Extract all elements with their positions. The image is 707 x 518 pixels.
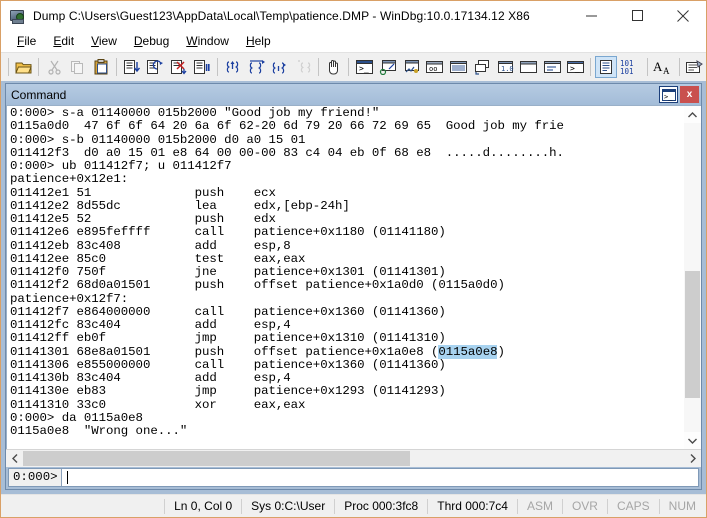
command-browser-icon[interactable]: >_ bbox=[565, 56, 587, 78]
svg-text:>_: >_ bbox=[570, 64, 580, 73]
scroll-left-button[interactable] bbox=[6, 450, 23, 467]
registers-window-icon[interactable]: oo bbox=[424, 56, 446, 78]
command-window-buttons: >_ x bbox=[657, 86, 701, 103]
command-horizontal-scrollbar[interactable] bbox=[6, 449, 701, 467]
svg-text:A: A bbox=[653, 59, 663, 74]
toolbar-separator bbox=[348, 58, 350, 76]
step-out-func-icon[interactable] bbox=[245, 56, 267, 78]
svg-text:101: 101 bbox=[620, 67, 634, 75]
toolbar-separator bbox=[115, 58, 117, 76]
svg-text:>_: >_ bbox=[664, 93, 673, 101]
command-window-caption: Command >_ x bbox=[6, 84, 701, 105]
status-num: NUM bbox=[658, 498, 706, 514]
minimize-button[interactable] bbox=[568, 1, 614, 30]
cut-icon[interactable] bbox=[43, 56, 65, 78]
mdi-client-area: Command >_ x 0:000> s-a 01140000 015b200… bbox=[1, 81, 706, 494]
toolbar-separator bbox=[38, 58, 40, 76]
disassembly-window-icon[interactable]: 1.0 bbox=[494, 56, 516, 78]
menu-edit[interactable]: Edit bbox=[45, 32, 83, 50]
command-window-body: 0:000> s-a 01140000 015b2000 "Good job m… bbox=[6, 105, 701, 467]
processes-threads-icon[interactable] bbox=[541, 56, 563, 78]
command-window-icon[interactable]: >_ bbox=[353, 56, 375, 78]
svg-text:A: A bbox=[663, 66, 670, 75]
options-icon[interactable] bbox=[684, 56, 706, 78]
command-prompt-row: 0:000> bbox=[6, 467, 701, 489]
status-thread: Thrd 000:7c4 bbox=[427, 498, 517, 514]
menu-help[interactable]: Help bbox=[238, 32, 280, 50]
step-over-func-icon[interactable] bbox=[269, 56, 291, 78]
status-line-col: Ln 0, Col 0 bbox=[164, 498, 241, 514]
assembly-mode-icon[interactable]: 101 101 bbox=[619, 56, 643, 78]
title-bar: Dump C:\Users\Guest123\AppData\Local\Tem… bbox=[1, 1, 706, 30]
command-window: Command >_ x 0:000> s-a 01140000 015b200… bbox=[5, 83, 702, 490]
scroll-up-button[interactable] bbox=[684, 106, 701, 123]
scroll-right-button[interactable] bbox=[684, 450, 701, 467]
toolbar-separator bbox=[8, 58, 9, 76]
close-window-icon[interactable]: x bbox=[680, 86, 699, 103]
toolbar-separator bbox=[317, 58, 319, 76]
window-controls bbox=[568, 1, 706, 30]
horizontal-scroll-track[interactable] bbox=[23, 450, 684, 467]
toolbar-separator bbox=[216, 58, 218, 76]
hand-break-icon[interactable] bbox=[323, 56, 345, 78]
window-title: Dump C:\Users\Guest123\AppData\Local\Tem… bbox=[33, 8, 530, 23]
watch-window-icon[interactable] bbox=[377, 56, 399, 78]
font-icon[interactable]: AA bbox=[652, 56, 674, 78]
status-asm: ASM bbox=[516, 498, 562, 514]
command-vertical-scrollbar[interactable] bbox=[684, 105, 701, 449]
text-caret bbox=[66, 470, 69, 484]
prompt-label: 0:000> bbox=[9, 468, 62, 486]
status-caps: CAPS bbox=[606, 498, 659, 514]
step-over-icon[interactable] bbox=[144, 56, 166, 78]
windbg-icon bbox=[9, 8, 25, 24]
menu-window[interactable]: Window bbox=[178, 32, 238, 50]
toolbar-separator bbox=[590, 58, 592, 76]
calls-window-icon[interactable] bbox=[471, 56, 493, 78]
run-to-cursor-icon[interactable] bbox=[168, 56, 190, 78]
restore-window-icon[interactable]: >_ bbox=[659, 86, 678, 103]
locals-window-icon[interactable] bbox=[400, 56, 422, 78]
break-icon[interactable] bbox=[191, 56, 213, 78]
vertical-scroll-track[interactable] bbox=[684, 123, 701, 432]
toolbar-separator bbox=[678, 58, 680, 76]
command-output-text: 0:000> s-a 01140000 015b2000 "Good job m… bbox=[10, 106, 564, 438]
toolbar: >_ oo 1.0 >_ 101 101 A A bbox=[1, 52, 706, 81]
source-mode-icon[interactable] bbox=[595, 56, 618, 78]
open-file-icon[interactable] bbox=[13, 56, 35, 78]
command-output-area[interactable]: 0:000> s-a 01140000 015b2000 "Good job m… bbox=[6, 105, 684, 449]
menu-debug[interactable]: Debug bbox=[126, 32, 178, 50]
horizontal-scroll-thumb[interactable] bbox=[23, 451, 410, 466]
windbg-window: Dump C:\Users\Guest123\AppData\Local\Tem… bbox=[0, 0, 707, 518]
status-system: Sys 0:C:\User bbox=[241, 498, 334, 514]
memory-window-icon[interactable] bbox=[447, 56, 469, 78]
menu-bar: File Edit View Debug Window Help bbox=[1, 30, 706, 52]
command-window-title: Command bbox=[11, 87, 67, 102]
restart-func-icon[interactable] bbox=[292, 56, 314, 78]
toolbar-separator bbox=[647, 58, 649, 76]
maximize-button[interactable] bbox=[614, 1, 660, 30]
step-into-icon[interactable] bbox=[121, 56, 143, 78]
scroll-down-button[interactable] bbox=[684, 432, 701, 449]
status-ovr: OVR bbox=[561, 498, 607, 514]
copy-icon[interactable] bbox=[67, 56, 89, 78]
close-button[interactable] bbox=[660, 1, 706, 30]
svg-text:oo: oo bbox=[429, 65, 437, 73]
menu-file[interactable]: File bbox=[9, 32, 45, 50]
svg-text:>_: >_ bbox=[359, 64, 369, 73]
status-bar: Ln 0, Col 0 Sys 0:C:\User Proc 000:3fc8 … bbox=[1, 494, 706, 517]
trace-into-func-icon[interactable] bbox=[222, 56, 244, 78]
menu-view[interactable]: View bbox=[83, 32, 126, 50]
command-input[interactable] bbox=[61, 468, 698, 486]
vertical-scroll-thumb[interactable] bbox=[685, 271, 700, 398]
status-process: Proc 000:3fc8 bbox=[334, 498, 427, 514]
paste-icon[interactable] bbox=[90, 56, 112, 78]
svg-text:1.0: 1.0 bbox=[501, 65, 514, 73]
command-prompt[interactable]: 0:000> bbox=[8, 467, 699, 487]
scratch-pad-icon[interactable] bbox=[518, 56, 540, 78]
